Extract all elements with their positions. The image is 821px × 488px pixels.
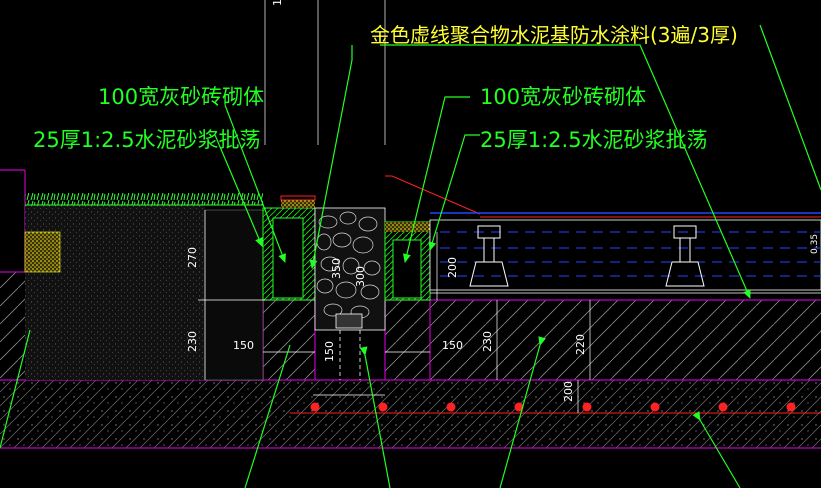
waterproof-coating-label: 金色虚线聚合物水泥基防水涂料(3遍/3厚) <box>370 23 738 47</box>
brick-label-left: 100宽灰砂砖砌体 <box>98 85 264 109</box>
gravel-drain <box>313 207 386 396</box>
mortar-label-right: 25厚1:2.5水泥砂浆批荡 <box>480 128 708 152</box>
dim-drain-width: 150 <box>323 341 336 362</box>
dim-pool-water: 200 <box>446 257 459 278</box>
mortar-label-left: 25厚1:2.5水泥砂浆批荡 <box>33 128 261 152</box>
dim-slab: 200 <box>562 381 575 402</box>
brick-wall-left <box>262 195 316 301</box>
top-guides <box>264 0 386 145</box>
dim-drain-depth-b: 300 <box>354 266 367 287</box>
planting-soil <box>24 193 264 381</box>
dim-left-upper: 270 <box>186 247 199 268</box>
dim-left-lower: 230 <box>186 331 199 352</box>
dim-drain-depth-a: 350 <box>330 258 343 279</box>
dim-right-lower: 230 <box>481 331 494 352</box>
cad-section-drawing: 150 金色虚线聚合物水泥基防水涂料(3遍/3厚) 100宽灰砂砖砌体 25厚1… <box>0 0 821 488</box>
dim-edge-value: 0.35 <box>810 234 820 254</box>
dim-pool-bottom: 220 <box>574 334 587 355</box>
dim-left-width: 150 <box>233 339 254 352</box>
top-cut-dimension: 150 <box>271 0 284 6</box>
dim-right-width: 150 <box>442 339 463 352</box>
brick-label-right: 100宽灰砂砖砌体 <box>480 85 646 109</box>
pool-section <box>429 212 821 294</box>
